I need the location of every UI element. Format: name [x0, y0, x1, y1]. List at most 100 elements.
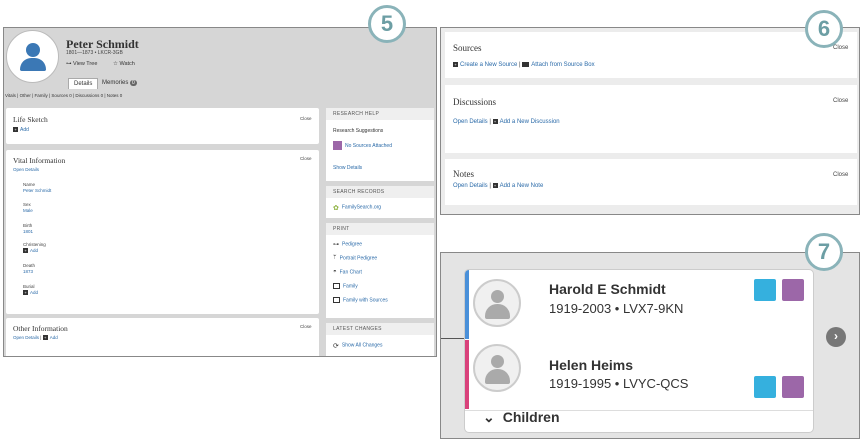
tree-icon: ⊶	[66, 61, 74, 67]
couple-card: Harold E Schmidt 1919-2003 • LVX7-9KN He…	[464, 269, 814, 433]
name-value[interactable]: Peter Schmidt	[23, 188, 51, 193]
notes-close[interactable]: Close	[833, 172, 848, 178]
tab-memories[interactable]: Memories 0	[97, 78, 142, 89]
sources-card: Sources Close + Create a New Source | Att…	[445, 32, 857, 78]
discussions-actions: Open Details | + Add a New Discussion	[453, 119, 560, 126]
plus-icon: +	[23, 248, 28, 254]
person-page-panel: Peter Schmidt 1801—1873 • LKCR-3GB ⊶ Vie…	[3, 27, 437, 357]
christening-add[interactable]: + Add	[23, 248, 38, 254]
person-name[interactable]: Helen Heims	[549, 357, 633, 373]
research-suggestions-label: Research Suggestions	[333, 128, 384, 134]
research-tree-icon[interactable]	[782, 279, 804, 301]
other-actions: Open Details | + Add	[13, 335, 58, 341]
person-dates: 1919-2003 • LVX7-9KN	[549, 301, 684, 316]
family-icon	[333, 283, 340, 289]
create-source-link[interactable]: + Create a New Source	[453, 62, 517, 68]
show-all-changes-link[interactable]: ⟳ Show All Changes	[333, 342, 382, 350]
person-avatar	[6, 30, 59, 83]
print-portrait-pedigree[interactable]: ᛘ Portrait Pedigree	[333, 255, 377, 261]
print-box: PRINT ⊶ Pedigree ᛘ Portrait Pedigree ◓ Fan …	[326, 223, 434, 318]
life-sketch-title: Life Sketch	[13, 115, 48, 124]
vital-info-title: Vital Information	[13, 156, 66, 165]
life-sketch-card: Life Sketch Close + Add	[6, 108, 319, 144]
research-help-header: RESEARCH HELP	[326, 108, 434, 120]
person-avatar	[473, 279, 521, 327]
print-header: PRINT	[326, 223, 434, 235]
death-value[interactable]: 1873	[23, 269, 33, 274]
search-records-header: SEARCH RECORDS	[326, 186, 434, 198]
no-sources-item[interactable]: No Sources Attached	[333, 141, 392, 150]
person-avatar	[473, 344, 521, 392]
show-details-link[interactable]: Show Details	[333, 165, 362, 171]
other-close[interactable]: Close	[300, 324, 312, 329]
plus-icon: +	[492, 183, 498, 188]
christening-label: Christening	[23, 242, 46, 247]
female-indicator-bar	[465, 340, 469, 409]
other-information-card: Other Information Close Open Details | +…	[6, 318, 319, 356]
step-badge-7: 7	[805, 233, 843, 271]
plus-icon: +	[13, 127, 18, 133]
other-open-details[interactable]: Open Details	[13, 335, 39, 340]
view-tree-link[interactable]: ⊶ View Tree	[66, 61, 97, 67]
sex-value[interactable]: Male	[23, 208, 33, 213]
name-label: Name	[23, 182, 36, 187]
add-note-link[interactable]: + Add a New Note	[492, 183, 543, 189]
vital-close[interactable]: Close	[300, 156, 312, 161]
discussions-card: Discussions Close Open Details | + Add a …	[445, 85, 857, 153]
person-row-wife[interactable]: Helen Heims 1919-1995 • LVYC-QCS	[465, 340, 813, 409]
research-help-box: RESEARCH HELP Research Suggestions No So…	[326, 108, 434, 181]
person-row-husband[interactable]: Harold E Schmidt 1919-2003 • LVX7-9KN	[465, 270, 813, 339]
notes-card: Notes Close Open Details | + Add a New No…	[445, 159, 857, 205]
latest-changes-box: LATEST CHANGES ⟳ Show All Changes	[326, 323, 434, 356]
other-info-title: Other Information	[13, 324, 68, 333]
familysearch-link[interactable]: ✿ FamilySearch.org	[333, 204, 381, 212]
step-badge-5: 5	[368, 5, 406, 43]
male-indicator-bar	[465, 270, 469, 339]
sources-close[interactable]: Close	[833, 45, 848, 51]
burial-label: Burial	[23, 284, 35, 289]
portrait-pedigree-icon: ᛘ	[333, 255, 337, 261]
tab-details[interactable]: Details	[68, 78, 99, 89]
vital-information-card: Vital Information Close Open Details Nam…	[6, 150, 319, 314]
research-tree-icon[interactable]	[782, 376, 804, 398]
other-add-button[interactable]: + Add	[42, 335, 58, 341]
watch-link[interactable]: ☆ Watch	[113, 61, 135, 67]
print-pedigree[interactable]: ⊶ Pedigree	[333, 241, 362, 248]
person-name[interactable]: Harold E Schmidt	[549, 281, 666, 297]
record-hint-icon[interactable]	[754, 279, 776, 301]
chevron-down-icon: ⌄	[483, 409, 495, 425]
pedigree-icon: ⊶	[333, 242, 339, 248]
birth-value[interactable]: 1801	[23, 229, 33, 234]
print-family-with-sources[interactable]: Family with Sources	[333, 297, 388, 303]
notes-title: Notes	[453, 169, 474, 179]
death-label: Death	[23, 263, 36, 268]
plus-icon: +	[492, 119, 498, 124]
record-hint-icon[interactable]	[754, 376, 776, 398]
life-sketch-close[interactable]: Close	[300, 116, 312, 121]
familysearch-icon: ✿	[333, 205, 339, 212]
family-card-panel: Harold E Schmidt 1919-2003 • LVX7-9KN He…	[440, 252, 860, 439]
sources-discussions-panel: Sources Close + Create a New Source | Att…	[440, 27, 860, 215]
sources-title: Sources	[453, 43, 482, 53]
family-sources-icon	[333, 297, 340, 303]
vital-open-details[interactable]: Open Details	[13, 167, 39, 172]
next-arrow-button[interactable]: ›	[826, 327, 846, 347]
section-nav[interactable]: Vitals | Other | Family | Sources 0 | Di…	[4, 89, 436, 103]
attach-source-link[interactable]: Attach from Source Box	[522, 62, 595, 68]
person-dates: 1919-1995 • LVYC-QCS	[549, 376, 689, 391]
plus-icon: +	[23, 290, 28, 296]
source-box-icon	[522, 62, 530, 67]
life-sketch-add-button[interactable]: + Add	[13, 127, 29, 133]
notes-open-details[interactable]: Open Details	[453, 183, 488, 189]
notes-actions: Open Details | + Add a New Note	[453, 183, 544, 190]
discussions-close[interactable]: Close	[833, 98, 848, 104]
add-discussion-link[interactable]: + Add a New Discussion	[492, 119, 560, 125]
print-family[interactable]: Family	[333, 283, 358, 289]
children-toggle[interactable]: ⌄ Children	[483, 409, 560, 426]
sources-actions: + Create a New Source | Attach from Sourc…	[453, 62, 595, 69]
burial-add[interactable]: + Add	[23, 290, 38, 296]
birth-label: Birth	[23, 223, 33, 228]
refresh-icon: ⟳	[333, 343, 339, 350]
discussions-open-details[interactable]: Open Details	[453, 119, 488, 125]
print-fan-chart[interactable]: ◓ Fan Chart	[333, 269, 362, 275]
